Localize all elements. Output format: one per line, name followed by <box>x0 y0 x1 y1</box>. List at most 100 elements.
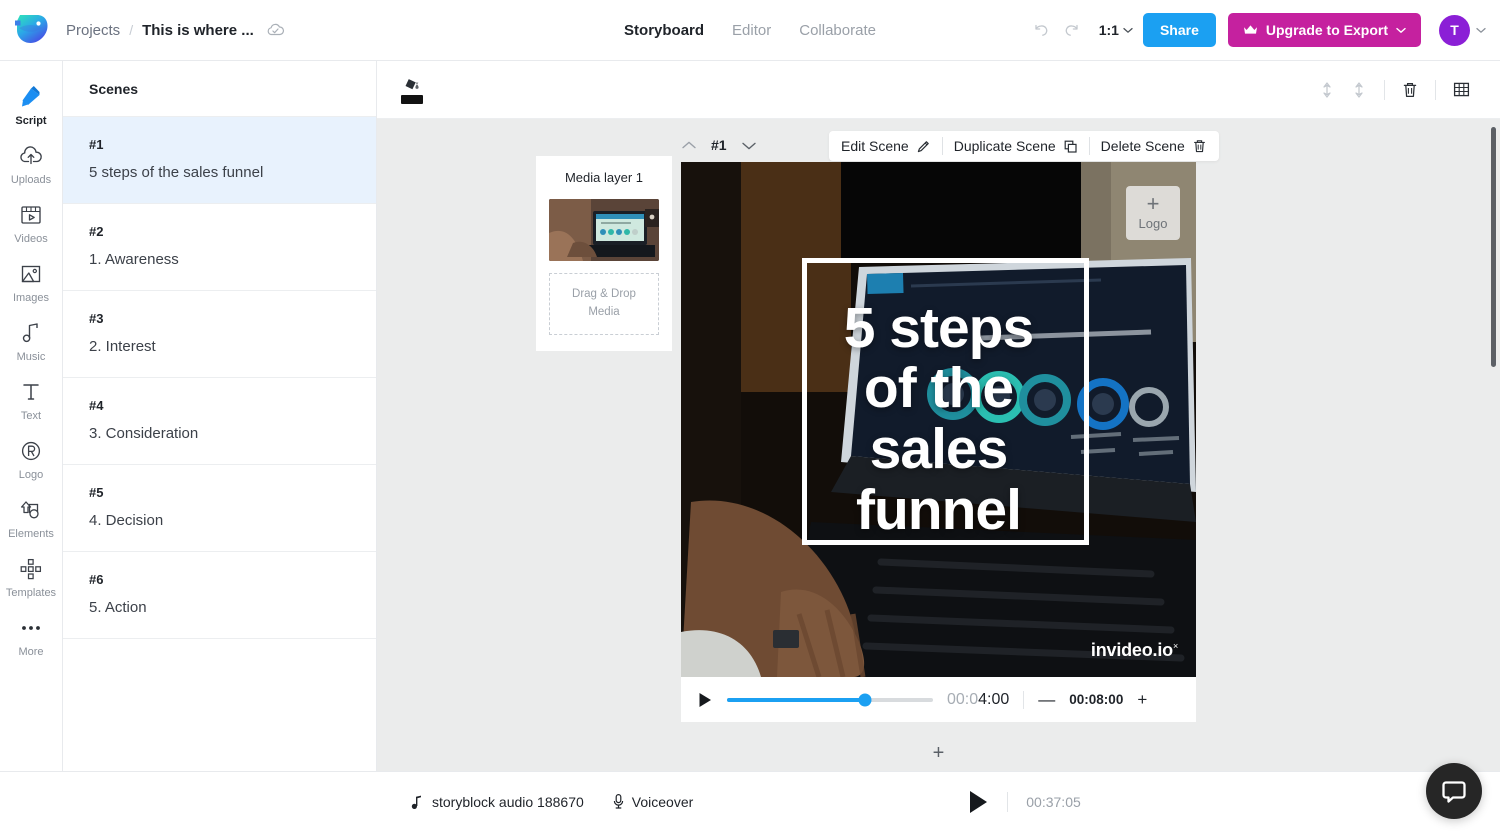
scene-text: 5. Action <box>89 599 147 616</box>
chevron-down-icon[interactable] <box>741 140 757 151</box>
scene-text: 3. Consideration <box>89 425 199 442</box>
sidebar-item-label: Templates <box>5 587 57 599</box>
preview-player-bar: 00:04:00 — 00:08:00 + <box>681 677 1196 722</box>
bottom-bar-divider <box>1007 791 1009 812</box>
share-button[interactable]: Share <box>1142 13 1216 47</box>
toolbar-divider <box>1435 79 1436 100</box>
paint-bucket-icon[interactable] <box>401 76 423 104</box>
voiceover-button[interactable]: Voiceover <box>612 793 693 810</box>
duplicate-scene-button[interactable]: Duplicate Scene <box>954 138 1078 154</box>
title-line-3: sales <box>869 417 1009 482</box>
sidebar-item-more[interactable]: More <box>0 606 62 665</box>
scene-list-item[interactable]: #2 1. Awareness <box>63 204 376 291</box>
sidebar-item-logo[interactable]: Logo <box>0 429 62 488</box>
breadcrumb-project-title[interactable]: This is where ... <box>142 22 254 39</box>
sidebar-item-label: Elements <box>8 528 54 540</box>
canvas-toolbar-actions <box>1312 75 1476 105</box>
scene-list-item[interactable]: #6 5. Action <box>63 552 376 639</box>
edit-scene-button[interactable]: Edit Scene <box>841 138 931 154</box>
invideo-logo-icon[interactable] <box>14 12 50 48</box>
move-up-icon[interactable] <box>1312 75 1342 105</box>
top-bar: Projects / This is where ... Storyboard … <box>0 0 1500 61</box>
redo-icon[interactable] <box>1057 15 1087 45</box>
scene-number: #6 <box>89 572 104 587</box>
avatar: T <box>1439 14 1470 46</box>
sidebar-item-images[interactable]: Images <box>0 252 62 311</box>
text-t-icon <box>20 379 42 405</box>
watermark-close-icon[interactable]: × <box>1173 641 1178 651</box>
progress-knob[interactable] <box>858 693 872 706</box>
scene-list-item[interactable]: #4 3. Consideration <box>63 378 376 465</box>
microphone-icon <box>612 793 625 810</box>
scenes-panel-title: Scenes <box>63 61 376 117</box>
sidebar-item-videos[interactable]: Videos <box>0 193 62 252</box>
undo-icon[interactable] <box>1027 15 1057 45</box>
scene-text: 1. Awareness <box>89 251 179 268</box>
scene-number: #1 <box>89 137 104 152</box>
delete-scene-button[interactable]: Delete Scene <box>1101 138 1207 154</box>
top-bar-actions: 1:1 Share Upgrade to Export T <box>1027 13 1500 47</box>
upgrade-to-export-button[interactable]: Upgrade to Export <box>1227 13 1421 47</box>
upgrade-label: Upgrade to Export <box>1265 22 1388 38</box>
user-menu[interactable]: T <box>1439 14 1486 46</box>
breadcrumb-projects-link[interactable]: Projects <box>66 22 120 39</box>
chevron-down-icon <box>1123 27 1133 34</box>
trash-icon[interactable] <box>1395 75 1425 105</box>
media-dropzone[interactable]: Drag & Drop Media <box>549 273 659 335</box>
chat-bubble-icon[interactable] <box>1426 763 1482 819</box>
sidebar-item-music[interactable]: Music <box>0 311 62 370</box>
move-down-icon[interactable] <box>1344 75 1374 105</box>
aspect-ratio-selector[interactable]: 1:1 <box>1099 22 1133 38</box>
main-tabs: Storyboard Editor Collaborate <box>624 22 876 39</box>
scene-list-item[interactable]: #1 5 steps of the sales funnel <box>63 117 376 204</box>
image-icon <box>19 261 43 287</box>
play-icon[interactable] <box>697 691 713 709</box>
tab-storyboard[interactable]: Storyboard <box>624 22 704 39</box>
stage: #1 Edit Scene Duplicate Scene Delete Sce… <box>377 119 1500 771</box>
crown-icon <box>1243 24 1258 36</box>
sidebar-item-label: Videos <box>14 233 48 245</box>
breadcrumb-separator: / <box>129 22 134 38</box>
fill-color-swatch[interactable] <box>401 94 423 104</box>
add-scene-button[interactable]: + <box>925 739 953 767</box>
sidebar-item-elements[interactable]: Elements <box>0 488 62 547</box>
video-preview[interactable]: + Logo 5 steps of the sales funnel invid… <box>681 162 1196 677</box>
scene-text: 4. Decision <box>89 512 164 529</box>
watermark-text: invideo.io <box>1090 640 1173 660</box>
title-line-1: 5 steps <box>843 295 1034 360</box>
voiceover-label: Voiceover <box>631 793 694 810</box>
copy-icon <box>1063 139 1078 154</box>
logo-placeholder-button[interactable]: + Logo <box>1126 186 1180 240</box>
progress-slider[interactable] <box>727 693 933 706</box>
preview-title-text[interactable]: 5 steps of the sales funnel <box>681 295 1196 542</box>
sidebar-item-templates[interactable]: Templates <box>0 547 62 606</box>
audio-track-label: storyblock audio 188670 <box>432 793 584 810</box>
cloud-saved-icon <box>266 22 285 38</box>
invideo-storyboard-app: Projects / This is where ... Storyboard … <box>0 0 1500 831</box>
decrease-duration-button[interactable]: — <box>1038 690 1055 710</box>
toolbar-divider <box>1384 79 1385 100</box>
sidebar-item-text[interactable]: Text <box>0 370 62 429</box>
total-duration: 00:37:05 <box>1026 793 1081 810</box>
preview-wrapper: + Logo 5 steps of the sales funnel invid… <box>681 162 1196 722</box>
sidebar-item-uploads[interactable]: Uploads <box>0 134 62 193</box>
increase-duration-button[interactable]: + <box>1137 690 1147 710</box>
timeline-play-button[interactable] <box>967 789 989 815</box>
scene-list-item[interactable]: #5 4. Decision <box>63 465 376 552</box>
scene-list-item[interactable]: #3 2. Interest <box>63 291 376 378</box>
shapes-icon <box>18 497 44 523</box>
sidebar-item-script[interactable]: Script <box>0 75 62 134</box>
tab-collaborate[interactable]: Collaborate <box>799 22 876 39</box>
tab-editor[interactable]: Editor <box>732 22 771 39</box>
music-note-icon <box>20 320 42 346</box>
grid-view-icon[interactable] <box>1446 75 1476 105</box>
sidebar-item-label: More <box>18 646 44 658</box>
scene-number: #5 <box>89 485 104 500</box>
bottom-bar: storyblock audio 188670 Voiceover 00:37:… <box>0 763 1500 831</box>
audio-track-button[interactable]: storyblock audio 188670 <box>410 794 584 810</box>
chevron-up-icon[interactable] <box>681 140 697 151</box>
media-layer-thumbnail[interactable] <box>549 199 659 261</box>
trash-icon <box>1192 138 1207 154</box>
bottom-bar-inner: storyblock audio 188670 Voiceover 00:37:… <box>63 789 1500 815</box>
stage-scrollbar[interactable] <box>1491 127 1496 367</box>
